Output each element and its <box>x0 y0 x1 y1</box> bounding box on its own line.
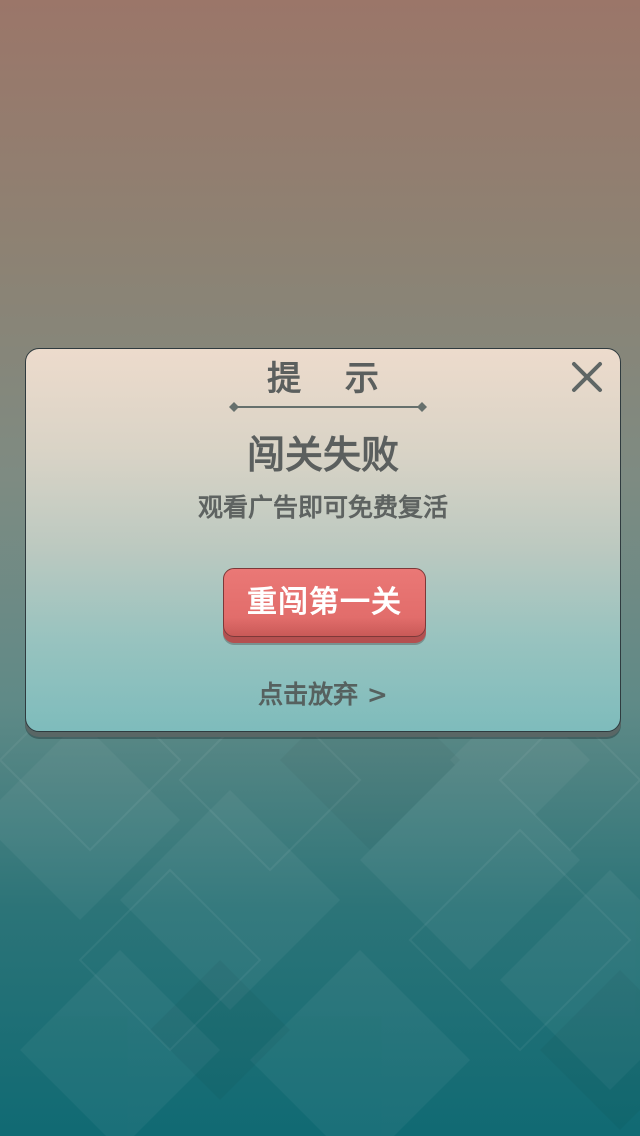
close-icon <box>572 362 602 392</box>
revive-subtitle: 观看广告即可免费复活 <box>197 493 448 522</box>
dialog-title: 提 示 <box>267 359 395 399</box>
give-up-link[interactable]: 点击放弃 > <box>26 679 620 711</box>
revive-dialog: 提 示 闯关失败 观看广告即可免费复活 重闯第一关 点击放弃 > <box>25 348 621 732</box>
title-divider <box>229 402 427 412</box>
close-button[interactable] <box>567 357 607 397</box>
failure-headline: 闯关失败 <box>246 433 399 477</box>
restart-first-level-button[interactable]: 重闯第一关 <box>223 568 426 637</box>
